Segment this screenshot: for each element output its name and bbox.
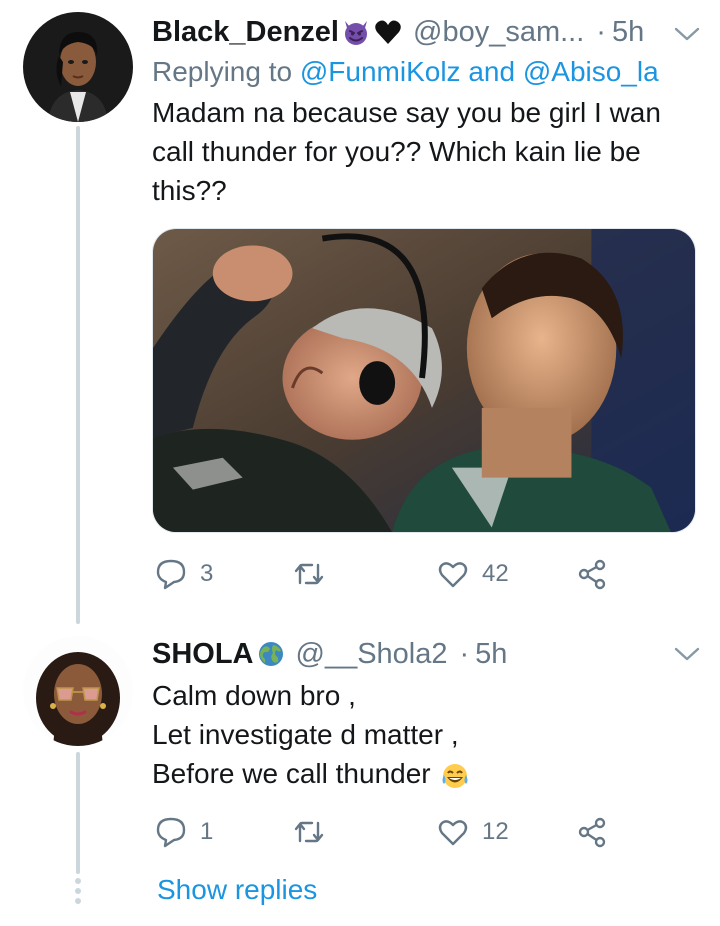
avatar[interactable]	[23, 12, 133, 122]
tweet-header: SHOLA @__Shola2 · 5h	[152, 636, 700, 672]
avatar[interactable]	[23, 636, 133, 746]
username-handle[interactable]: @boy_sam...	[413, 16, 584, 49]
mention-link[interactable]: @FunmiKolz	[300, 56, 461, 87]
separator-dot: ·	[459, 637, 470, 670]
chevron-down-icon[interactable]	[674, 26, 700, 42]
username-handle[interactable]: @__Shola2	[296, 638, 448, 671]
speech-bubble-icon	[154, 815, 188, 849]
tweet-text-line: this??	[152, 175, 227, 206]
like-count: 42	[482, 560, 509, 587]
thread-connector-line	[76, 126, 80, 624]
tweet-text: Calm down bro , Let investigate d matter…	[152, 676, 700, 793]
globe-emoji-icon	[256, 639, 286, 669]
black-heart-emoji-icon	[373, 17, 403, 47]
retweet-arrows-icon	[292, 815, 326, 849]
tweet-text: Madam na because say you be girl I wan c…	[152, 93, 700, 210]
tweet-actions: 3 42	[152, 554, 622, 594]
speech-bubble-icon	[154, 557, 188, 591]
timestamp[interactable]: 5h	[475, 638, 507, 671]
share-button[interactable]	[576, 554, 610, 594]
tweet[interactable]: Black_Denzel @boy_sam... · 5h Replying t…	[152, 14, 700, 590]
retweet-button[interactable]	[292, 812, 338, 852]
timestamp[interactable]: 5h	[612, 16, 644, 49]
tweet[interactable]: SHOLA @__Shola2 · 5h Calm down bro , Let…	[152, 636, 700, 848]
replying-and[interactable]: and	[468, 56, 515, 87]
thread-dots	[75, 878, 81, 904]
thread-connector-line	[76, 752, 80, 874]
display-name[interactable]: SHOLA	[152, 638, 254, 671]
retweet-button[interactable]	[292, 554, 338, 594]
heart-outline-icon	[436, 557, 470, 591]
heart-outline-icon	[436, 815, 470, 849]
display-name[interactable]: Black_Denzel	[152, 16, 339, 49]
replying-to: Replying to @FunmiKolz and @Abiso_la	[152, 52, 700, 92]
reply-button[interactable]: 1	[154, 812, 213, 852]
reply-count: 3	[200, 560, 214, 587]
reply-button[interactable]: 3	[154, 554, 213, 594]
like-count: 12	[482, 818, 509, 845]
tweet-header: Black_Denzel @boy_sam... · 5h	[152, 14, 700, 50]
tweet-media-photo[interactable]	[152, 228, 696, 533]
tweet-text-line: Before we call thunder	[152, 754, 700, 793]
share-button[interactable]	[576, 812, 610, 852]
tears-of-joy-emoji-icon	[440, 761, 470, 791]
like-button[interactable]: 12	[436, 812, 509, 852]
replying-prefix: Replying to	[152, 56, 293, 87]
tweet-text-line: Madam na because say you be girl I wan	[152, 97, 661, 128]
share-nodes-icon	[576, 557, 610, 591]
retweet-arrows-icon	[292, 557, 326, 591]
like-button[interactable]: 42	[436, 554, 509, 594]
chevron-down-icon[interactable]	[674, 646, 700, 662]
share-nodes-icon	[576, 815, 610, 849]
tweet-text-line: Let investigate d matter ,	[152, 719, 459, 750]
tweet-actions: 1 12	[152, 812, 622, 852]
mention-link[interactable]: @Abiso_la	[523, 56, 659, 87]
show-replies-link[interactable]: Show replies	[157, 874, 317, 906]
tweet-text-line-content: Before we call thunder	[152, 758, 431, 789]
smiling-devil-emoji-icon	[341, 17, 371, 47]
tweet-text-line: call thunder for you?? Which kain lie be	[152, 136, 641, 167]
reply-count: 1	[200, 818, 214, 845]
tweet-text-line: Calm down bro ,	[152, 680, 356, 711]
separator-dot: ·	[596, 15, 606, 48]
